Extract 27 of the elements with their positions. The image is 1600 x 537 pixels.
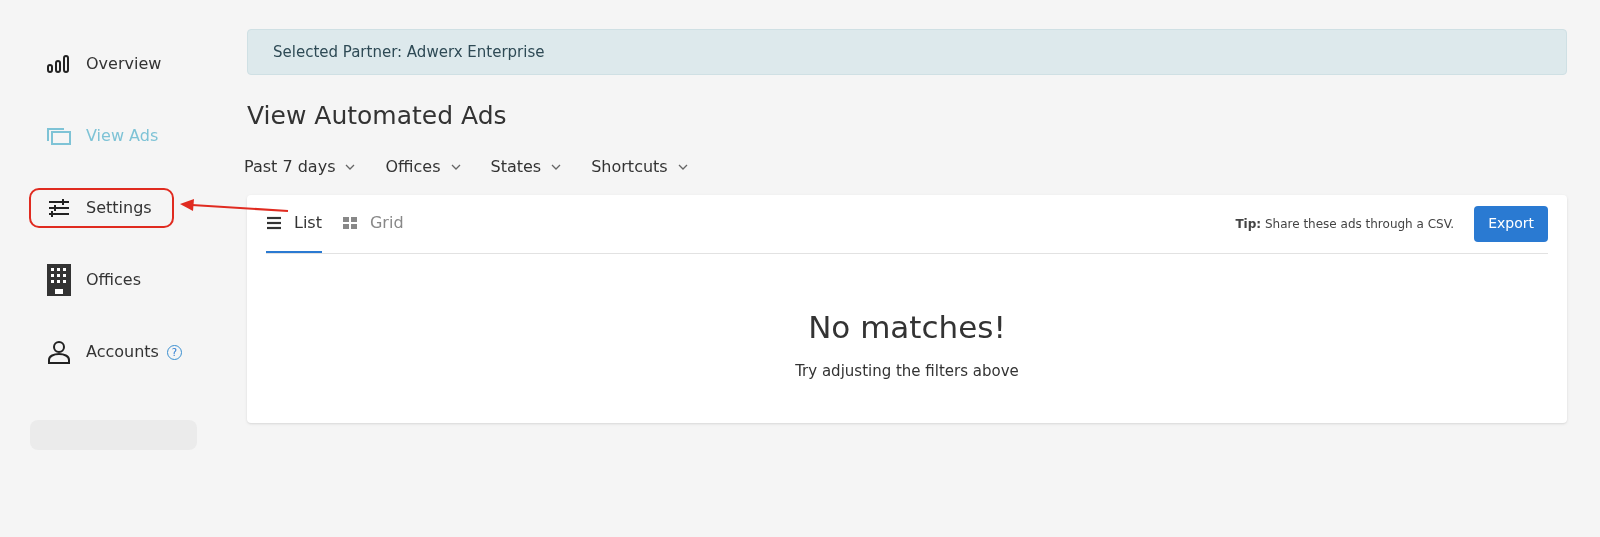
filter-dropdown[interactable]: Offices [385, 154, 461, 179]
empty-heading: No matches! [808, 307, 1006, 347]
building-icon [46, 264, 72, 296]
sidebar-item[interactable]: Settings [29, 188, 174, 228]
filter-dropdown[interactable]: States [490, 154, 562, 179]
partner-banner: Selected Partner: Adwerx Enterprise [247, 29, 1567, 75]
tip-text: Tip: Share these ads through a CSV. [1235, 215, 1455, 233]
sidebar-item[interactable]: Accounts ? [29, 332, 204, 372]
filter-dropdown[interactable]: Shortcuts [591, 154, 688, 179]
chevron-icon [551, 163, 562, 170]
view-tab[interactable]: List [266, 194, 322, 253]
page-title: View Automated Ads [247, 100, 507, 132]
chevron-icon [345, 163, 356, 170]
sliders-icon [47, 198, 71, 218]
list-icon [266, 215, 282, 230]
filter-dropdown[interactable]: Past 7 days [244, 154, 356, 179]
sidebar-item[interactable]: Offices [29, 260, 164, 300]
chevron-icon [450, 163, 461, 170]
chevron-icon [677, 163, 688, 170]
empty-message: Try adjusting the filters above [795, 361, 1019, 382]
bar-chart-icon [46, 54, 72, 74]
sidebar-item[interactable]: Overview [29, 44, 184, 84]
grid-icon [341, 215, 358, 230]
export-button[interactable]: Export [1474, 205, 1548, 242]
view-tab[interactable]: Grid [341, 194, 404, 253]
stacked-windows-icon [46, 126, 72, 146]
person-icon [46, 340, 72, 364]
